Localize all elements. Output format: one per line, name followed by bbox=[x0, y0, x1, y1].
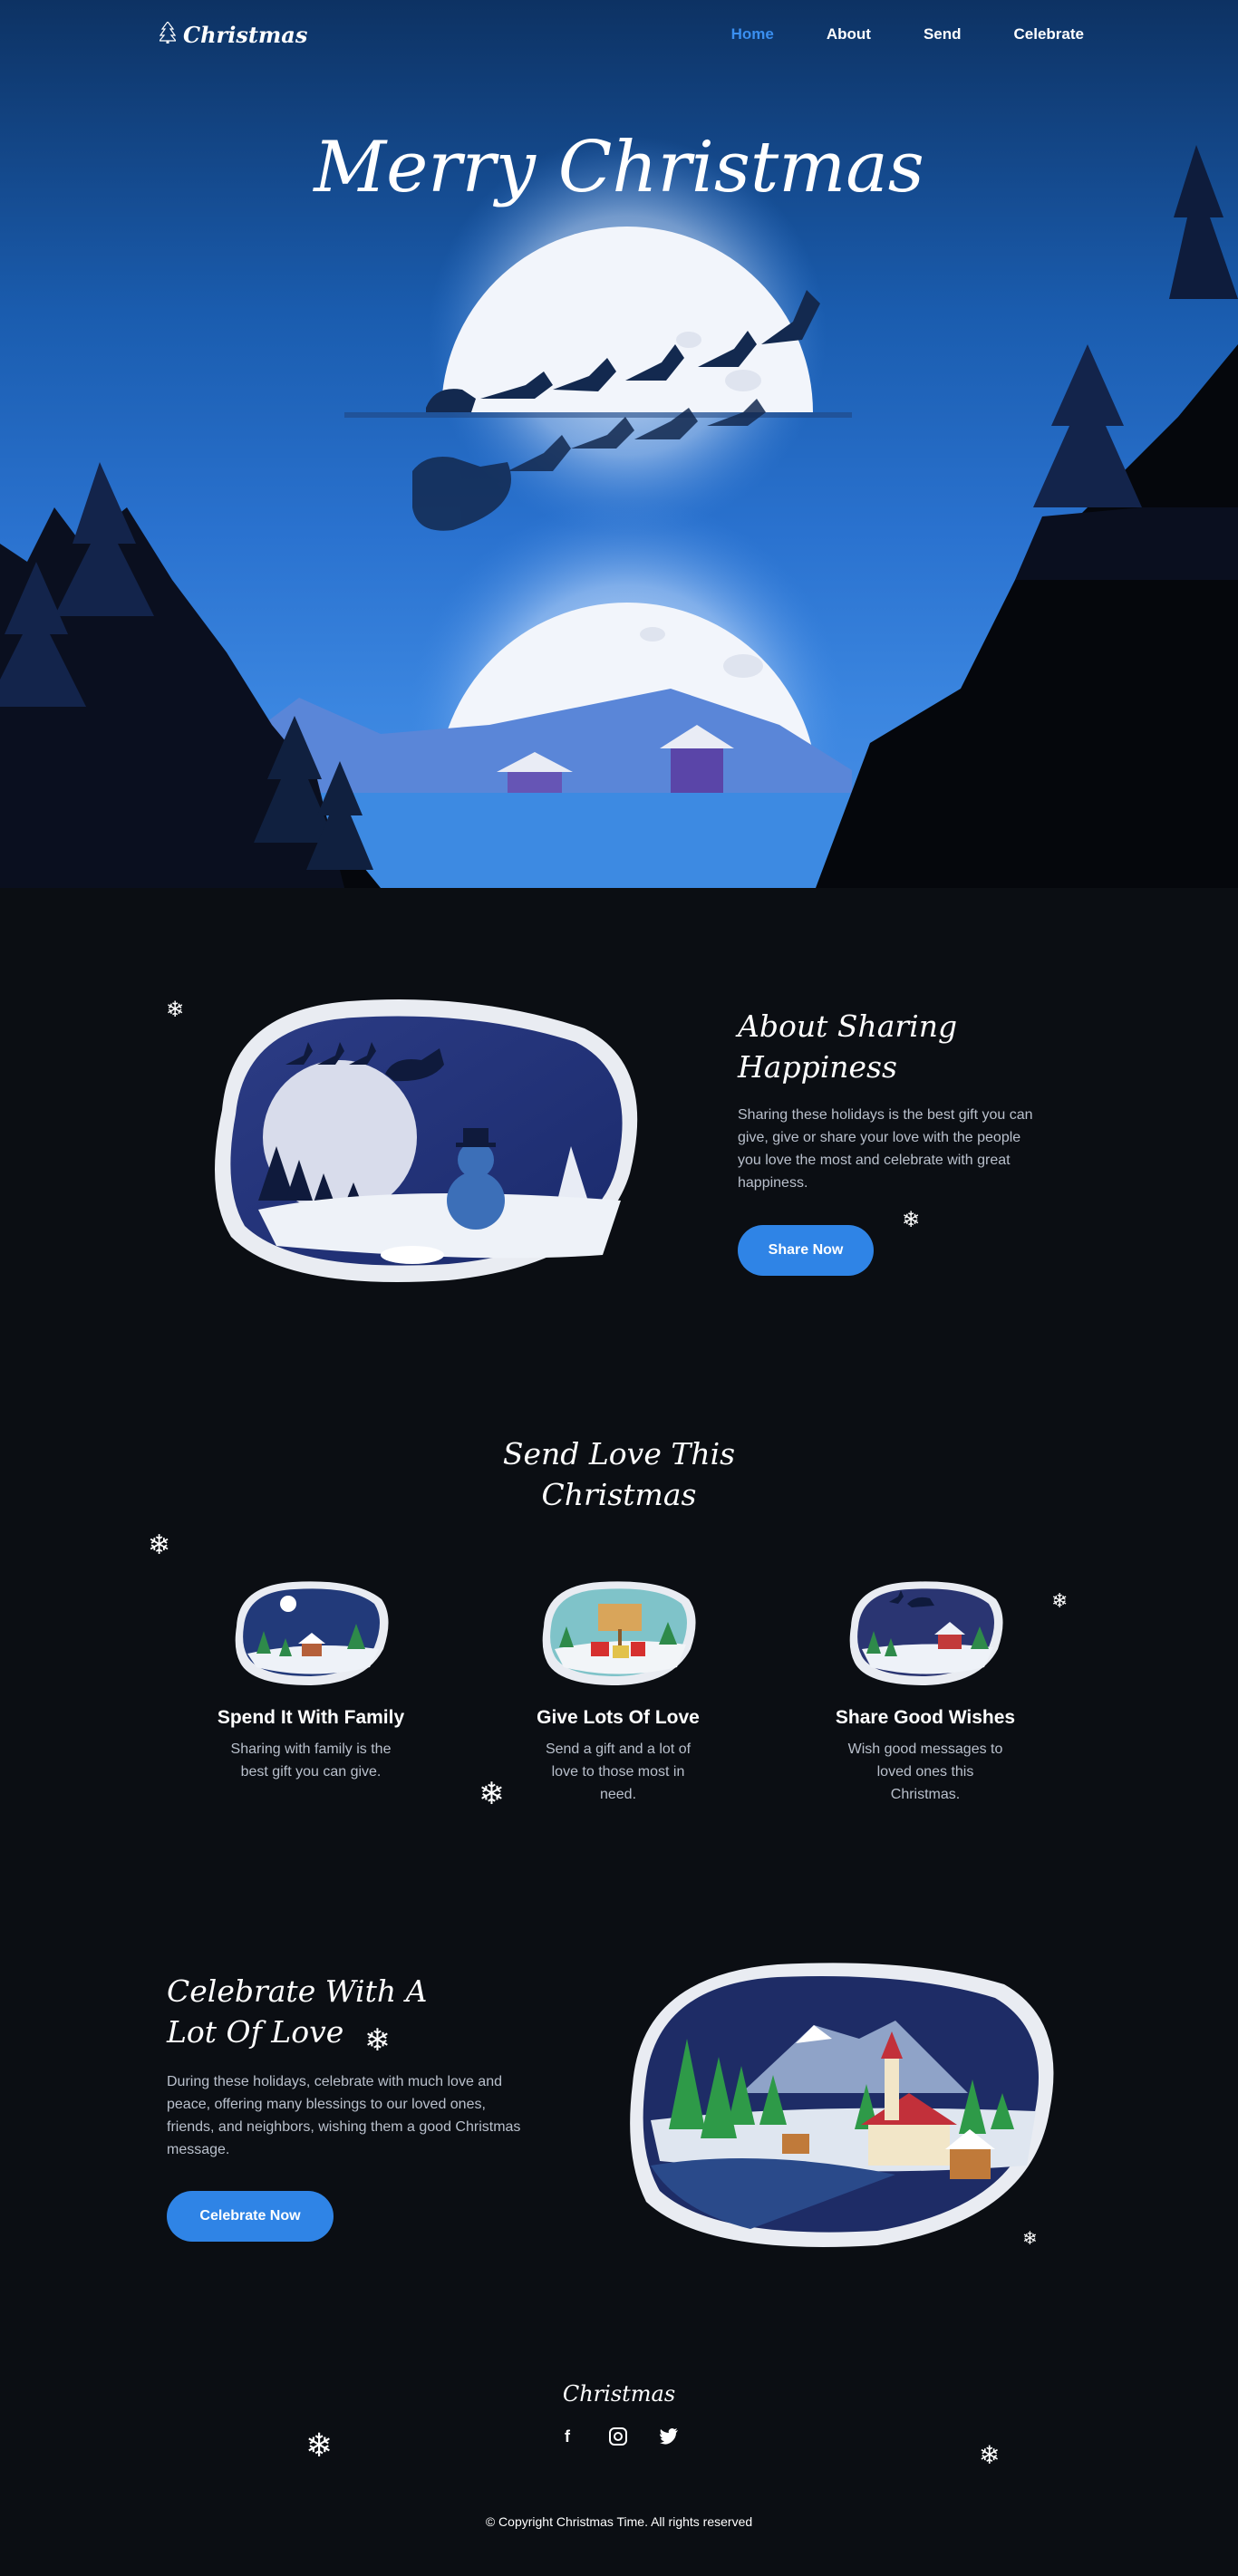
celebrate-title: Celebrate With A Lot Of Love bbox=[167, 1971, 439, 2052]
snowflake-icon: ❄ bbox=[364, 2023, 391, 2058]
logo[interactable]: Christmas bbox=[158, 21, 308, 48]
celebrate-title-line1: Celebrate With A bbox=[167, 1973, 428, 2009]
send-title: Send Love This Christmas bbox=[0, 1433, 1238, 1515]
celebrate-now-button[interactable]: Celebrate Now bbox=[167, 2191, 334, 2242]
celebrate-illustration bbox=[630, 1963, 1054, 2247]
nav-item-about[interactable]: About bbox=[827, 25, 871, 43]
hero-section: Christmas Home About Send Celebrate Merr… bbox=[0, 0, 1238, 888]
snowflake-icon: ❄ bbox=[479, 1777, 505, 1811]
card-text: Send a gift and a lot of love to those m… bbox=[545, 1741, 692, 1802]
about-text: Sharing these holidays is the best gift … bbox=[738, 1107, 1033, 1191]
snowflake-icon: ❄ bbox=[1022, 2229, 1038, 2249]
send-title-line2: Christmas bbox=[541, 1477, 697, 1512]
card-love: Give Lots Of Love Send a gift and a lot … bbox=[482, 1577, 754, 1806]
twitter-icon[interactable] bbox=[657, 2425, 681, 2448]
snowflake-icon: ❄ bbox=[902, 1208, 921, 1232]
card-wishes: Share Good Wishes Wish good messages to … bbox=[789, 1577, 1061, 1806]
card-title: Share Good Wishes bbox=[835, 1707, 1016, 1728]
share-now-button[interactable]: Share Now bbox=[738, 1225, 874, 1276]
wishes-illustration bbox=[849, 1581, 1003, 1685]
nav-item-celebrate[interactable]: Celebrate bbox=[1014, 25, 1084, 43]
celebrate-text: During these holidays, celebrate with mu… bbox=[167, 2074, 521, 2157]
about-title-line1: About Sharing bbox=[738, 1008, 958, 1044]
card-text: Sharing with family is the best gift you… bbox=[230, 1741, 392, 1780]
about-illustration bbox=[215, 999, 638, 1282]
hero-title: Merry Christmas bbox=[314, 127, 924, 208]
facebook-icon[interactable]: f bbox=[556, 2425, 579, 2448]
instagram-icon[interactable] bbox=[606, 2425, 630, 2448]
gifts-illustration bbox=[542, 1581, 696, 1685]
copyright: © Copyright Christmas Time. All rights r… bbox=[485, 2514, 753, 2529]
snowflake-icon: ❄ bbox=[979, 2441, 1001, 2469]
celebrate-title-line2: Lot Of Love bbox=[167, 2014, 344, 2050]
card-family: Spend It With Family Sharing with family… bbox=[175, 1577, 447, 1783]
snowflake-icon: ❄ bbox=[1051, 1589, 1069, 1612]
snowflake-icon: ❄ bbox=[305, 2426, 334, 2464]
family-illustration bbox=[235, 1581, 389, 1685]
nav-menu: Home About Send Celebrate bbox=[731, 25, 1084, 43]
logo-text: Christmas bbox=[183, 22, 308, 48]
nav-item-home[interactable]: Home bbox=[731, 25, 774, 43]
top-nav: Christmas Home About Send Celebrate bbox=[0, 0, 1238, 72]
about-title-line2: Happiness bbox=[738, 1049, 897, 1085]
card-title: Spend It With Family bbox=[217, 1707, 405, 1728]
nav-item-send[interactable]: Send bbox=[924, 25, 962, 43]
snowflake-icon: ❄ bbox=[148, 1530, 171, 1560]
tree-icon bbox=[158, 21, 178, 48]
card-text: Wish good messages to loved ones this Ch… bbox=[847, 1741, 1003, 1802]
social-links: f bbox=[556, 2425, 681, 2448]
card-title: Give Lots Of Love bbox=[537, 1707, 700, 1728]
snowflake-icon: ❄ bbox=[166, 998, 185, 1022]
send-title-line1: Send Love This bbox=[502, 1436, 736, 1471]
about-title: About Sharing Happiness bbox=[738, 1006, 1010, 1087]
footer-logo: Christmas bbox=[562, 2381, 676, 2407]
